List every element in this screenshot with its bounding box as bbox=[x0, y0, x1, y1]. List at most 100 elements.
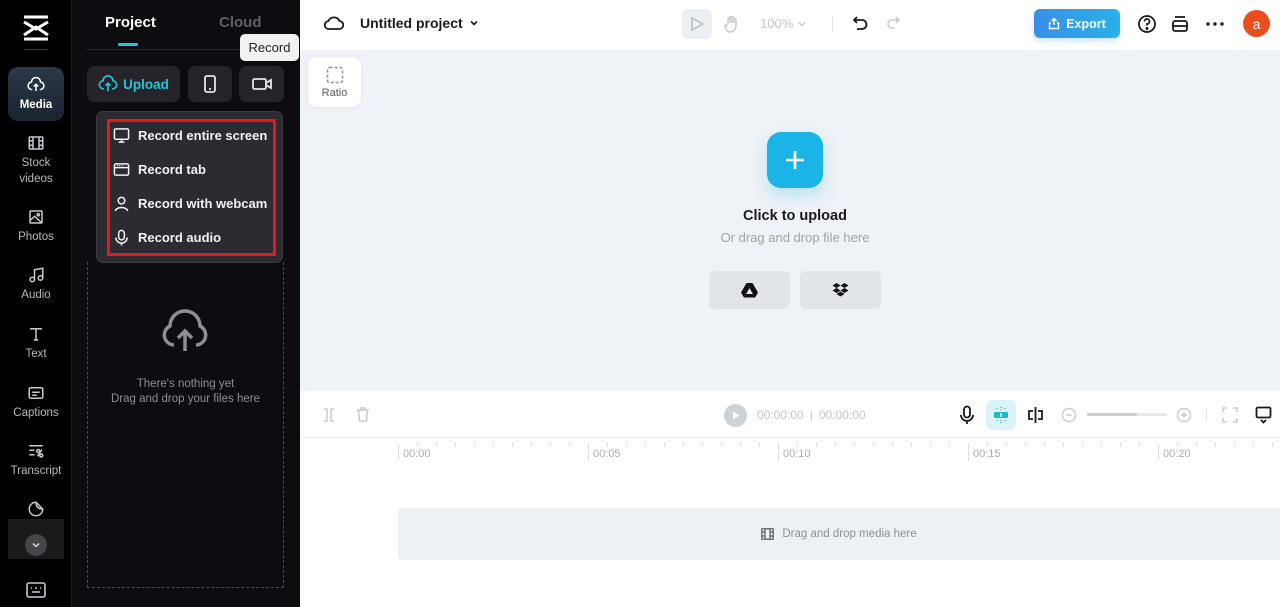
layers-icon[interactable] bbox=[1171, 14, 1189, 34]
rail-item-photos[interactable]: Photos bbox=[8, 208, 64, 245]
film-icon bbox=[761, 528, 775, 540]
record-menu-label: Record with webcam bbox=[138, 195, 268, 211]
ruler-label: 00:20 bbox=[1163, 448, 1191, 460]
more-options-icon[interactable] bbox=[1204, 14, 1226, 34]
tab-cloud[interactable]: Cloud bbox=[219, 14, 262, 31]
ruler-minor-tick bbox=[550, 443, 551, 447]
ratio-button[interactable]: Ratio bbox=[308, 57, 361, 107]
rail-item-transcript[interactable]: Transcript bbox=[8, 442, 64, 479]
total-time: 00:00:00 bbox=[818, 408, 866, 422]
record-button[interactable] bbox=[239, 66, 284, 102]
microphone-icon[interactable] bbox=[958, 405, 976, 425]
record-entire-screen-item[interactable]: Record entire screen bbox=[113, 123, 267, 147]
tab-project[interactable]: Project bbox=[105, 14, 156, 31]
undo-icon[interactable] bbox=[851, 14, 869, 32]
ruler-major-tick bbox=[968, 443, 969, 461]
rail-item-label: Photos bbox=[18, 231, 54, 243]
chevron-down-icon[interactable] bbox=[469, 18, 479, 28]
ruler-label: 00:10 bbox=[783, 448, 811, 460]
play-button[interactable] bbox=[724, 404, 747, 427]
chevron-down-icon bbox=[798, 21, 806, 26]
top-bar: Untitled project 100% Export a bbox=[300, 0, 1280, 50]
auto-snap-toggle[interactable] bbox=[986, 400, 1016, 430]
ruler-minor-tick bbox=[1063, 443, 1064, 447]
plus-icon bbox=[786, 151, 804, 169]
zoom-out-icon[interactable] bbox=[1061, 407, 1077, 423]
ruler-minor-tick bbox=[417, 443, 418, 447]
empty-title: There's nothing yet bbox=[136, 378, 235, 390]
record-menu-label: Record audio bbox=[138, 229, 222, 245]
rail-item-media[interactable]: Media bbox=[8, 67, 64, 121]
keyboard-icon[interactable] bbox=[26, 582, 46, 598]
hand-icon[interactable] bbox=[722, 14, 742, 34]
rail-item-audio[interactable]: Audio bbox=[8, 266, 64, 303]
record-tooltip: Record bbox=[240, 34, 299, 61]
ruler-minor-tick bbox=[1234, 443, 1235, 447]
export-button[interactable]: Export bbox=[1034, 9, 1120, 38]
phone-upload-button[interactable] bbox=[188, 66, 232, 102]
record-with-webcam-item[interactable]: Record with webcam bbox=[113, 191, 267, 215]
rail-more-button[interactable] bbox=[25, 534, 47, 556]
avatar[interactable]: a bbox=[1243, 10, 1270, 37]
dropbox-button[interactable] bbox=[800, 271, 881, 309]
monitor-icon bbox=[113, 127, 130, 143]
ruler-minor-tick bbox=[455, 443, 456, 447]
track-placeholder: Drag and drop media here bbox=[782, 528, 917, 540]
help-icon[interactable] bbox=[1137, 14, 1157, 34]
split-screen-icon[interactable] bbox=[1026, 406, 1045, 424]
time-separator: | bbox=[809, 408, 813, 422]
ruler-minor-tick bbox=[512, 443, 513, 447]
upload-plus-button[interactable] bbox=[767, 132, 823, 188]
film-icon bbox=[28, 136, 44, 150]
dropbox-icon bbox=[832, 282, 849, 296]
text-t-icon bbox=[30, 328, 42, 341]
trash-icon[interactable] bbox=[355, 406, 371, 423]
redo-icon[interactable] bbox=[885, 15, 901, 31]
record-audio-item[interactable]: Record audio bbox=[113, 225, 221, 249]
timeline-ruler[interactable]: 00:00 00:05 00:10 00:15 00:20 bbox=[300, 438, 1280, 468]
select-tool-button[interactable] bbox=[682, 9, 712, 39]
track-dropzone[interactable]: Drag and drop media here bbox=[398, 508, 1280, 560]
ruler-label: 00:00 bbox=[403, 448, 431, 460]
person-icon bbox=[114, 196, 129, 211]
magnet-snap-icon bbox=[994, 407, 1008, 423]
phone-icon bbox=[204, 75, 216, 93]
cloud-upload-icon bbox=[27, 76, 45, 91]
rail-item-text[interactable]: Text bbox=[8, 325, 64, 362]
sticker-icon bbox=[28, 501, 44, 517]
preview-monitor-icon[interactable] bbox=[1255, 406, 1272, 424]
music-note-icon bbox=[29, 267, 44, 283]
ruler-minor-tick bbox=[1120, 443, 1121, 447]
rail-item-stock-videos[interactable]: Stock videos bbox=[8, 134, 64, 187]
zoom-level-select[interactable]: 100% bbox=[760, 16, 807, 31]
google-drive-button[interactable] bbox=[709, 271, 790, 309]
timeline-zoom-slider[interactable] bbox=[1087, 413, 1167, 416]
ruler-minor-tick bbox=[987, 443, 988, 447]
empty-subtitle: Drag and drop your files here bbox=[111, 393, 260, 405]
aspect-ratio-icon bbox=[326, 66, 343, 83]
ruler-minor-tick bbox=[436, 443, 437, 447]
rail-item-captions[interactable]: Captions bbox=[8, 384, 64, 421]
click-to-upload-title[interactable]: Click to upload bbox=[695, 208, 895, 224]
ruler-minor-tick bbox=[854, 443, 855, 447]
ruler-minor-tick bbox=[493, 443, 494, 447]
ruler-minor-tick bbox=[1177, 443, 1178, 447]
record-tab-item[interactable]: Record tab bbox=[113, 157, 206, 181]
toolbar-separator bbox=[1206, 409, 1207, 421]
split-icon[interactable] bbox=[321, 407, 337, 423]
ruler-minor-tick bbox=[645, 443, 646, 447]
cursor-arrow-icon bbox=[691, 16, 705, 32]
ruler-minor-tick bbox=[1196, 443, 1197, 447]
ruler-minor-tick bbox=[607, 443, 608, 447]
capcut-logo-icon[interactable] bbox=[20, 14, 52, 42]
timecode: 00:00:00 | 00:00:00 bbox=[757, 408, 866, 422]
cloud-icon[interactable] bbox=[324, 14, 344, 32]
zoom-in-icon[interactable] bbox=[1176, 407, 1192, 423]
fullscreen-icon[interactable] bbox=[1222, 407, 1238, 423]
ruler-minor-tick bbox=[873, 443, 874, 447]
ruler-minor-tick bbox=[816, 443, 817, 447]
project-title[interactable]: Untitled project bbox=[360, 15, 463, 31]
upload-button[interactable]: Upload bbox=[87, 66, 180, 102]
rail-item-label: Transcript bbox=[10, 465, 62, 477]
ruler-minor-tick bbox=[892, 443, 893, 447]
